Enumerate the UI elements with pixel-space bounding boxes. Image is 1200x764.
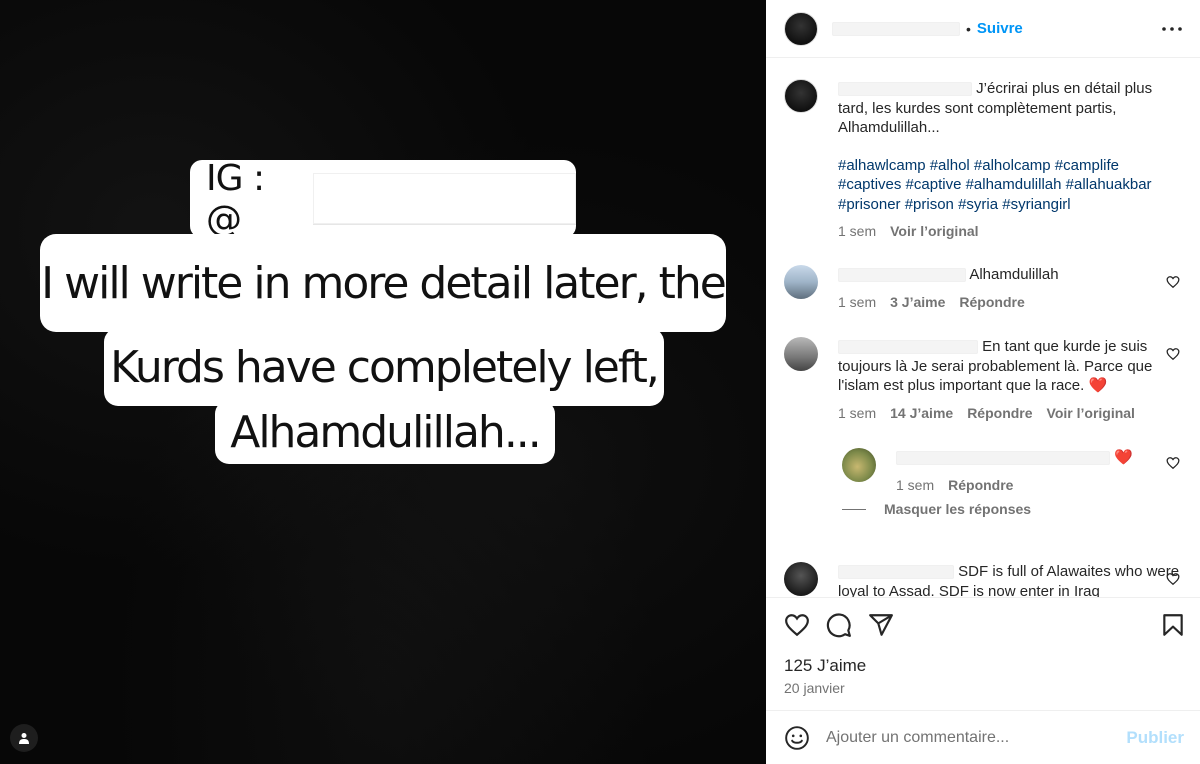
more-options-icon [1162,26,1182,31]
like-comment-icon[interactable] [1166,347,1180,361]
comment-likes[interactable]: 14 J’aime [890,404,953,424]
reply-time[interactable]: 1 sem [896,476,934,496]
overlay-line-1-box: I will write in more detail later, the [40,234,727,332]
heart-icon[interactable] [784,612,810,638]
share-icon[interactable] [868,612,894,638]
author-avatar[interactable] [784,11,818,46]
commenter-avatar[interactable] [784,337,818,371]
post-details-panel: • Suivre J’écrirai plus en détail plus t… [766,0,1200,764]
comment-text: Alhamdulillah [969,266,1059,283]
redacted-username[interactable] [838,82,972,97]
redacted-username[interactable] [832,21,960,36]
reply-item: ❤️ 1 sem Répondre [842,448,1184,495]
more-options-button[interactable] [1160,17,1184,41]
comment-icon[interactable] [826,612,852,638]
like-comment-icon[interactable] [1166,572,1180,586]
comment-input[interactable] [826,728,1127,747]
ig-handle-overlay: IG : @ [190,158,576,240]
post-caption: J’écrirai plus en détail plus tard, les … [784,79,1184,242]
redacted-username[interactable] [838,565,954,580]
post-actions: 125 J’aime 20 janvier [766,597,1200,707]
caption-author-avatar[interactable] [784,79,818,113]
comments-list[interactable]: J’écrirai plus en détail plus tard, les … [766,59,1200,597]
like-comment-icon[interactable] [1166,275,1180,289]
post-date[interactable]: 20 janvier [784,680,845,696]
comment-item: Alhamdulillah 1 sem 3 J’aime Répondre [784,265,1184,312]
replier-avatar[interactable] [842,448,876,482]
post-media[interactable]: IG : @ I will write in more detail later… [0,0,766,764]
bookmark-icon[interactable] [1160,612,1186,638]
caption-time[interactable]: 1 sem [838,222,876,242]
overlay-line-2-box: Kurds have completely left, [104,328,664,406]
overlay-line-1: I will write in more detail later, the [41,257,727,309]
comment-item: En tant que kurde je suis toujours là Je… [784,337,1184,423]
tagged-users-button[interactable] [10,724,38,752]
overlay-line-3: Alhamdulillah... [230,406,542,458]
caption-hashtags[interactable]: #alhawlcamp #alhol #alholcamp #camplife … [838,156,1184,215]
like-comment-icon[interactable] [1166,456,1180,470]
comment-time[interactable]: 1 sem [838,404,876,424]
emoji-icon[interactable] [784,725,810,751]
reply-button[interactable]: Répondre [948,476,1013,496]
hide-replies-label: Masquer les réponses [884,501,1032,517]
redacted-username[interactable] [838,268,966,283]
see-original-button[interactable]: Voir l’original [1047,404,1135,424]
reply-text: ❤️ [1114,449,1133,466]
comment-likes[interactable]: 3 J’aime [890,293,945,313]
post-header: • Suivre [766,0,1200,58]
ig-handle-prefix: IG : @ [206,158,265,240]
redacted-username[interactable] [896,451,1110,466]
person-icon [19,733,29,744]
comment-time[interactable]: 1 sem [838,293,876,313]
commenter-avatar[interactable] [784,265,818,299]
redacted-username[interactable] [838,340,978,355]
overlay-line-2: Kurds have completely left, [110,341,660,393]
commenter-avatar[interactable] [784,562,818,596]
comment-composer: Publier [766,710,1200,764]
follow-button[interactable]: Suivre [977,20,1023,37]
reply-button[interactable]: Répondre [967,404,1032,424]
hide-replies-button[interactable]: Masquer les réponses [842,501,1031,517]
comment-item: SDF is full of Alawaites who were loyal … [784,562,1184,597]
reply-button[interactable]: Répondre [959,293,1024,313]
redacted-handle [312,173,576,225]
header-separator: • [966,20,971,37]
thread-line [842,508,866,510]
overlay-line-3-box: Alhamdulillah... [215,400,555,464]
see-original-button[interactable]: Voir l’original [890,222,978,242]
likes-count[interactable]: 125 J’aime [784,656,866,676]
publish-button[interactable]: Publier [1126,728,1184,748]
